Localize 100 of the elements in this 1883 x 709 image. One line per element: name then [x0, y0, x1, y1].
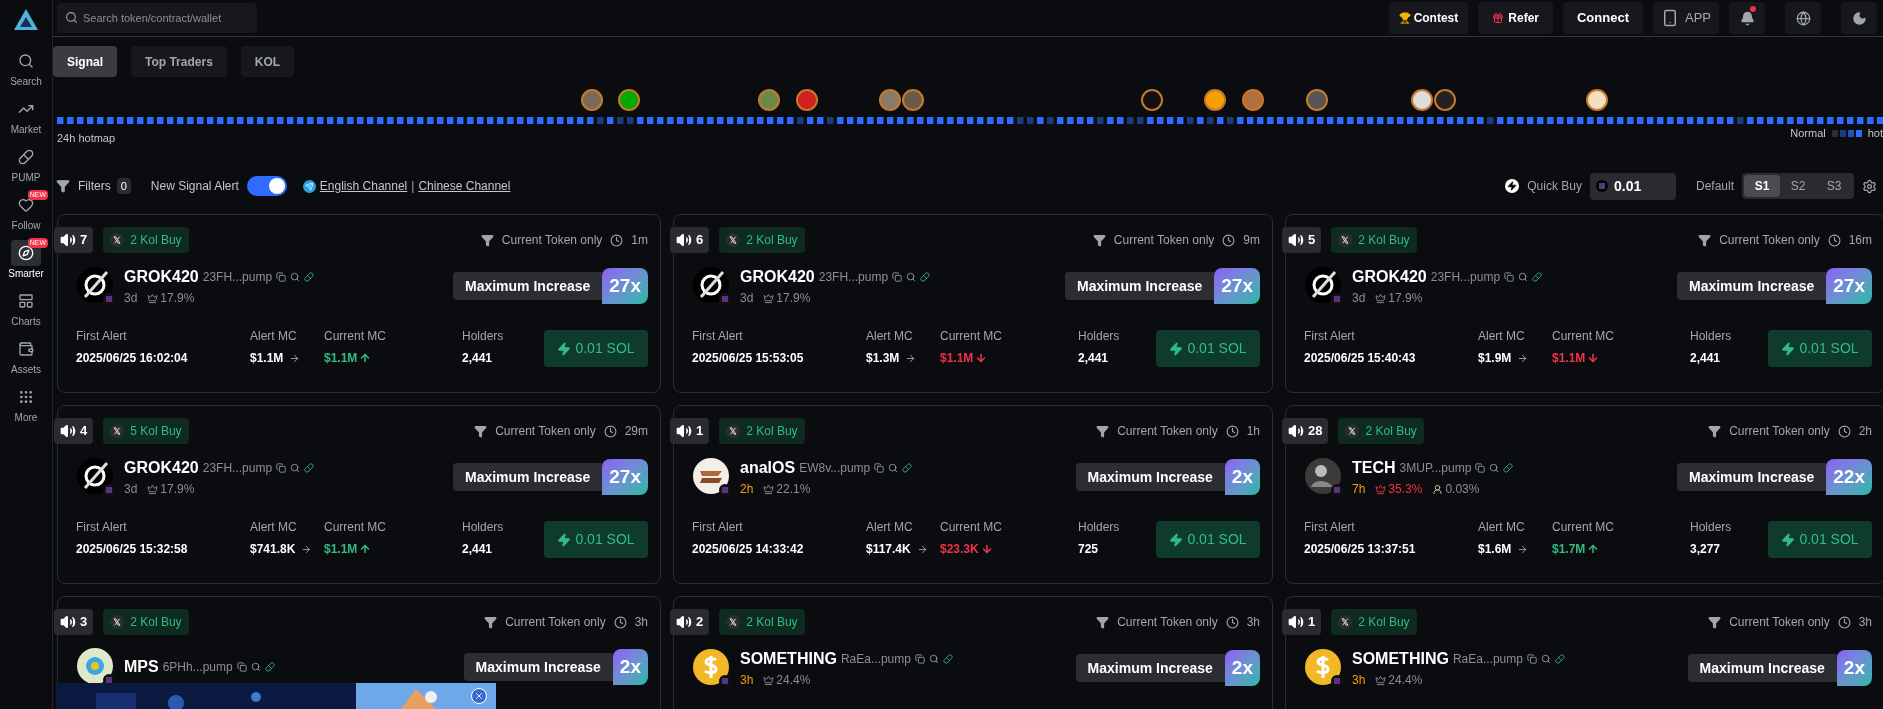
sidebar-item[interactable]: PUMP [1, 140, 51, 188]
signal-card[interactable]: 5 2 Kol Buy Current Token only 16m GROK420 23FH...pump 3d 17.9% Maximum Increase 27x First Alert 2025/06/25 15:40:43 Alert MC $1.9M Current MC $1.1M Holders 2,441 0.01 SOL [1285, 214, 1883, 393]
tab[interactable]: Top Traders [131, 46, 227, 77]
token-logo-icon [76, 266, 116, 306]
filters-label[interactable]: Filters [78, 177, 111, 195]
token-name[interactable]: SOMETHING [740, 647, 837, 671]
telegram-icon [302, 179, 316, 193]
down-arrow-icon [1587, 352, 1600, 364]
sidebar-item[interactable]: More [1, 380, 51, 428]
solana-icon [1595, 179, 1608, 192]
signal-card[interactable]: 6 2 Kol Buy Current Token only 9m GROK420 23FH...pump 3d 17.9% Maximum Increase 27x First Alert 2025/06/25 15:53:05 Alert MC $1.3M Current MC $1.1M Holders 2,441 0.01 SOL [673, 214, 1273, 393]
kol-buy-badge[interactable]: 2 Kol Buy [719, 609, 805, 635]
crown-icon [1375, 292, 1387, 304]
token-logo-icon[interactable] [879, 89, 901, 111]
token-logo-icon[interactable] [1586, 89, 1608, 111]
elapsed-time: 29m [624, 423, 648, 440]
token-name[interactable]: GROK420 [1352, 265, 1427, 289]
stat-label: Holders [462, 519, 505, 536]
token-name[interactable]: MPS [124, 655, 159, 679]
kol-buy-badge[interactable]: 5 Kol Buy [103, 418, 189, 444]
copy-icon [276, 463, 287, 473]
increase-label: Maximum Increase [1075, 463, 1225, 491]
preset-tab[interactable]: S1 [1744, 175, 1780, 197]
token-logo-icon[interactable] [1306, 89, 1328, 111]
kol-buy-badge[interactable]: 2 Kol Buy [719, 227, 805, 253]
grid-icon [18, 388, 34, 405]
sidebar-item[interactable]: Assets [1, 332, 51, 380]
stat-label: Holders [462, 328, 505, 345]
preset-tab[interactable]: S3 [1816, 175, 1852, 197]
signal-card[interactable]: 28 2 Kol Buy Current Token only 2h TECH 3MUP...pump 7h 35.3% 0.03% Maximum Increase 22x First Alert 2025/06/25 13:37:51 Alert MC $1.6M Current MC $1.7M Holders 3,277 0.01 SOL [1285, 405, 1883, 584]
sidebar-item[interactable]: Search [1, 44, 51, 92]
kol-buy-badge[interactable]: 2 Kol Buy [1331, 609, 1417, 635]
token-logo-icon[interactable] [581, 89, 603, 111]
notifications-button[interactable] [1729, 2, 1765, 34]
english-channel-link[interactable]: English Channel [319, 177, 408, 195]
filter-icon [474, 424, 488, 438]
token-name[interactable]: analOS [740, 456, 796, 480]
alert-toggle[interactable] [246, 176, 287, 196]
token-logo-icon[interactable] [758, 89, 780, 111]
increase-label: Maximum Increase [1677, 272, 1827, 300]
pill-icon [1532, 272, 1543, 282]
moon-icon [1851, 10, 1867, 26]
alert-mc-value: $1.6M [1478, 541, 1512, 558]
quick-buy-button[interactable]: 0.01 SOL [544, 521, 648, 558]
signal-card[interactable]: 1 2 Kol Buy Current Token only 3h SOMETHING RaEa...pump 3h 24.4% Maximum Increase 2x [1285, 596, 1883, 709]
speaker-icon [676, 423, 692, 439]
token-address: EW8v...pump [799, 460, 871, 477]
search-icon [928, 654, 939, 664]
clock-icon [610, 233, 624, 247]
alert-label: New Signal Alert [150, 178, 239, 195]
pill-icon [942, 654, 953, 664]
quick-buy-amount-field[interactable]: 0.01 [1589, 172, 1676, 200]
tab[interactable]: KOL [240, 46, 295, 77]
preset-tab[interactable]: S2 [1780, 175, 1816, 197]
signal-count-badge: 4 [54, 418, 94, 444]
signal-card[interactable]: 2 2 Kol Buy Current Token only 3h SOMETHING RaEa...pump 3h 24.4% Maximum Increase 2x [673, 596, 1273, 709]
token-name[interactable]: GROK420 [740, 265, 815, 289]
token-name[interactable]: GROK420 [124, 265, 199, 289]
token-name[interactable]: TECH [1352, 456, 1396, 480]
kol-buy-badge[interactable]: 2 Kol Buy [1338, 418, 1424, 444]
quick-buy-button[interactable]: 0.01 SOL [1768, 521, 1872, 558]
kol-buy-badge[interactable]: 2 Kol Buy [1331, 227, 1417, 253]
token-logo-icon[interactable] [902, 89, 924, 111]
connect-button[interactable]: Connect [1563, 2, 1643, 34]
first-alert-time: 2025/06/25 15:53:05 [692, 350, 805, 367]
search-field[interactable]: Search token/contract/wallet [57, 3, 257, 33]
chinese-channel-link[interactable]: Chinese Channel [418, 177, 511, 195]
kol-buy-badge[interactable]: 2 Kol Buy [103, 609, 189, 635]
token-logo-icon[interactable] [796, 89, 818, 111]
quick-buy-button[interactable]: 0.01 SOL [1156, 330, 1260, 367]
token-logo-icon[interactable] [1242, 89, 1264, 111]
token-name[interactable]: GROK420 [124, 456, 199, 480]
sidebar-item[interactable]: Market [1, 92, 51, 140]
stat-label: First Alert [692, 519, 744, 536]
language-button[interactable] [1785, 2, 1821, 34]
elapsed-time: 3h [1858, 614, 1872, 631]
tab[interactable]: Signal [53, 46, 117, 77]
signal-card[interactable]: 4 5 Kol Buy Current Token only 29m GROK420 23FH...pump 3d 17.9% Maximum Increase 27x First Alert 2025/06/25 15:32:58 Alert MC $741.8K Current MC $1.1M Holders 2,441 0.01 SOL [57, 405, 661, 584]
theme-button[interactable] [1841, 2, 1877, 34]
app-button[interactable]: APP [1653, 2, 1719, 34]
kol-buy-badge[interactable]: 2 Kol Buy [719, 418, 805, 444]
quick-buy-button[interactable]: 0.01 SOL [1156, 521, 1260, 558]
token-name[interactable]: SOMETHING [1352, 647, 1449, 671]
token-logo-icon[interactable] [1141, 89, 1163, 111]
token-logo-icon[interactable] [1411, 89, 1433, 111]
quick-buy-button[interactable]: 0.01 SOL [544, 330, 648, 367]
first-alert-time: 2025/06/25 15:40:43 [1304, 350, 1417, 367]
current-mc-value: $1.1M [940, 350, 974, 367]
quick-buy-button[interactable]: 0.01 SOL [1768, 330, 1872, 367]
signal-card[interactable]: 7 2 Kol Buy Current Token only 1m GROK420 23FH...pump 3d 17.9% Maximum Increase 27x First Alert 2025/06/25 16:02:04 Alert MC $1.1M Current MC $1.1M Holders 2,441 0.01 SOL [57, 214, 661, 393]
token-logo-icon[interactable] [1204, 89, 1226, 111]
refer-button[interactable]: Refer [1478, 2, 1553, 34]
stat-label: First Alert [76, 519, 128, 536]
token-logo-icon[interactable] [618, 89, 640, 111]
token-logo-icon[interactable] [1434, 89, 1456, 111]
clock-icon [1837, 424, 1851, 438]
signal-card[interactable]: 1 2 Kol Buy Current Token only 1h analOS EW8v...pump 2h 22.1% Maximum Increase 2x First Alert 2025/06/25 14:33:42 Alert MC $117.4K Current MC $23.3K Holders 725 0.01 SOL [673, 405, 1273, 584]
kol-buy-badge[interactable]: 2 Kol Buy [103, 227, 189, 253]
sidebar-item[interactable]: Charts [1, 284, 51, 332]
contest-button[interactable]: Contest [1388, 2, 1469, 34]
